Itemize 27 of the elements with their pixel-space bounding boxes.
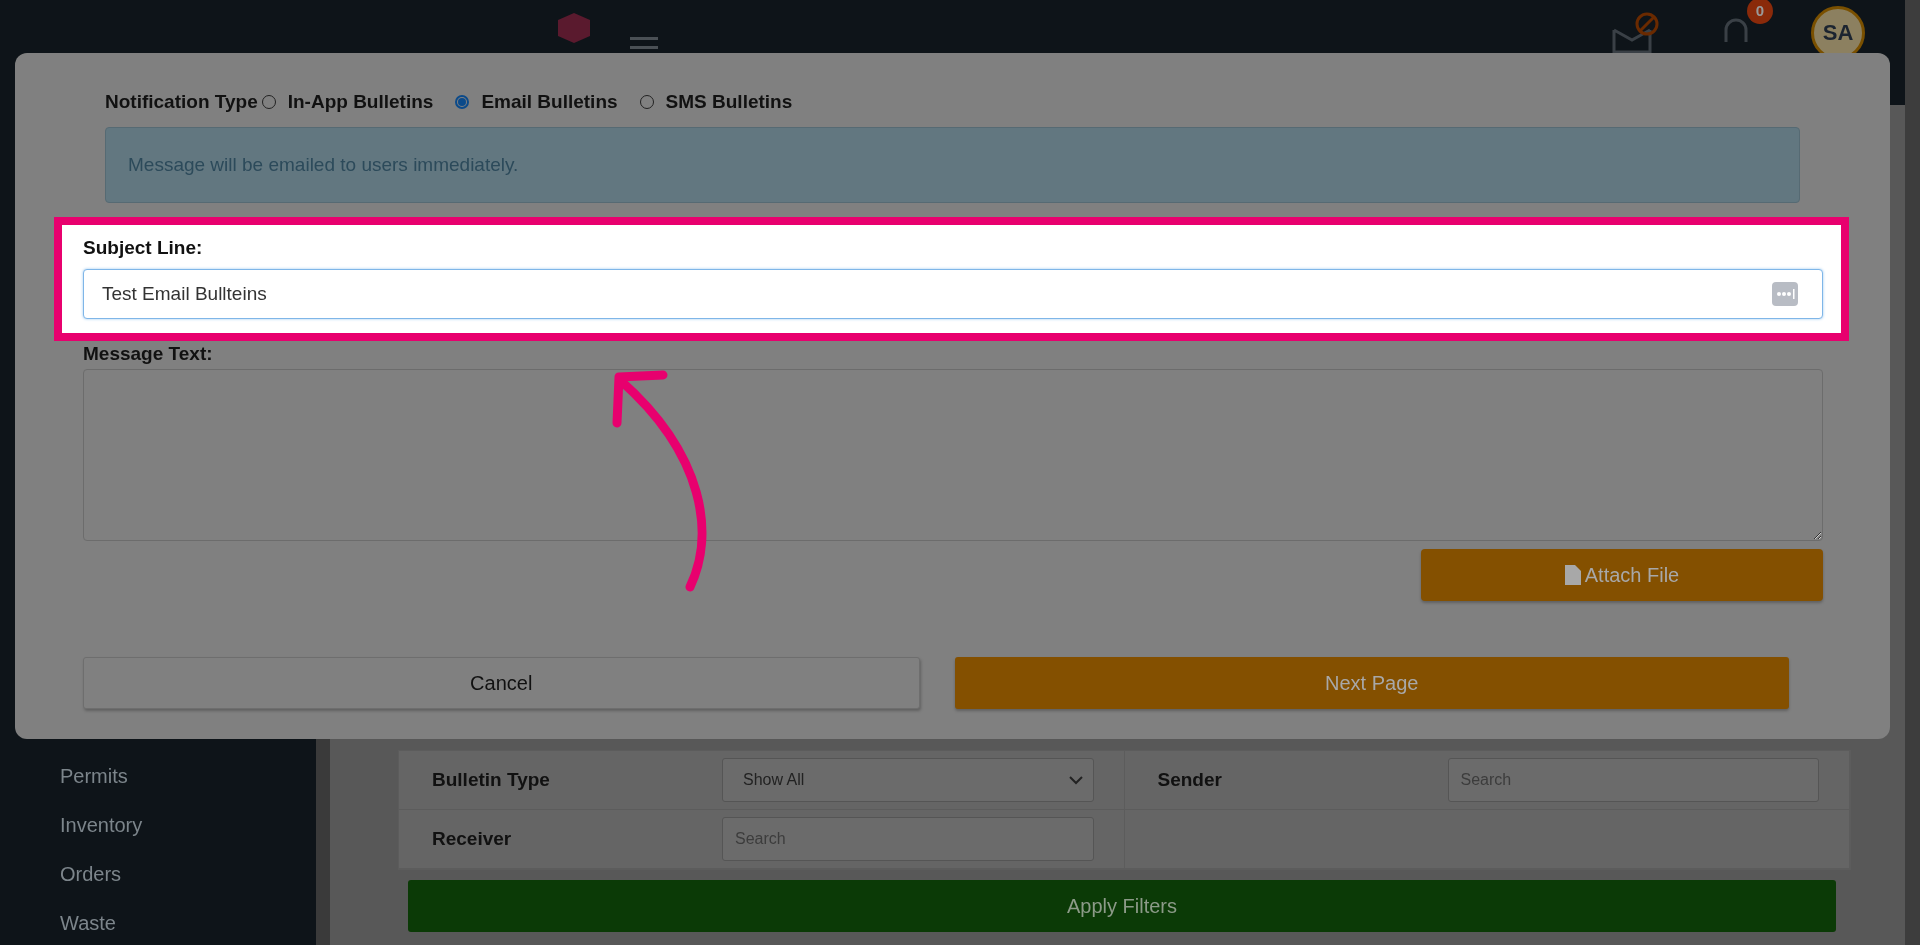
file-icon: [1564, 565, 1581, 585]
logo-icon: [558, 12, 590, 43]
subject-input[interactable]: Test Email Bullteins: [83, 269, 1823, 319]
sidebar-item[interactable]: Orders: [60, 863, 316, 886]
subject-label: Subject Line:: [83, 237, 204, 259]
filter-label: Bulletin Type: [432, 769, 551, 791]
next-page-button[interactable]: Next Page: [954, 657, 1789, 709]
select-field[interactable]: Show All: [722, 758, 1094, 802]
apply-filters-button[interactable]: Apply Filters: [408, 880, 1836, 932]
radio-option[interactable]: Email Bulletins: [455, 91, 618, 113]
attach-file-button[interactable]: Attach File: [1421, 549, 1823, 601]
filter-label: Sender: [1157, 769, 1223, 791]
notification-badge: 0: [1747, 0, 1773, 24]
sidebar-item[interactable]: Permits: [60, 765, 316, 788]
notification-type-label: Notification Type: [105, 91, 258, 113]
cancel-button[interactable]: Cancel: [83, 657, 920, 709]
sidebar-item[interactable]: Inventory: [60, 814, 316, 837]
password-manager-icon[interactable]: [1772, 282, 1798, 306]
message-textarea[interactable]: [83, 369, 1823, 541]
sidebar-item[interactable]: Waste: [60, 912, 316, 935]
radio-option[interactable]: In-App Bulletins: [261, 91, 434, 113]
radio-option[interactable]: SMS Bulletins: [639, 91, 793, 113]
chevron-icon: [1068, 775, 1083, 785]
message-label: Message Text:: [83, 343, 214, 365]
scrollbar[interactable]: [1905, 0, 1920, 945]
mail-blocked-icon[interactable]: [1611, 11, 1661, 54]
filter-label: Receiver: [432, 828, 513, 850]
